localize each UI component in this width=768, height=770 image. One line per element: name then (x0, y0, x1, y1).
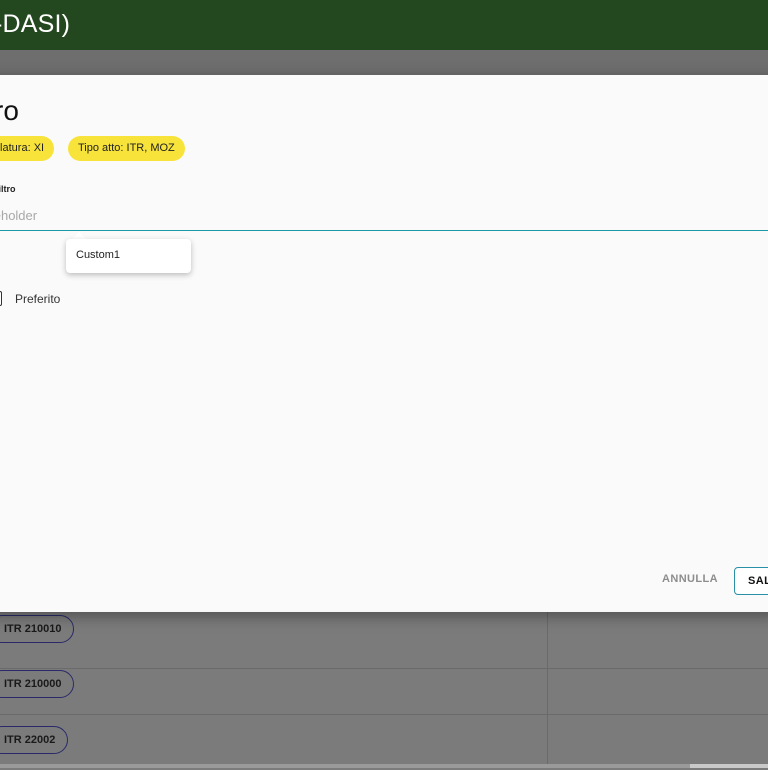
suggestion-popover: Custom1 (66, 239, 191, 273)
app-header: -DASI) (0, 0, 768, 50)
table-row[interactable]: ITR 210000 (0, 658, 768, 715)
act-id-badge[interactable]: ITR 210010 (0, 615, 75, 643)
act-id-badge[interactable]: ITR 210000 (0, 670, 75, 698)
dialog-title: ltro (0, 95, 19, 126)
overlay-strip (0, 50, 768, 75)
filter-name-label: me filtro (0, 184, 16, 194)
save-filter-dialog: ltro gislatura: XI Tipo atto: ITR, MOZ m… (0, 75, 768, 612)
filter-chip-tipo-atto[interactable]: Tipo atto: ITR, MOZ (68, 136, 185, 161)
save-button[interactable]: SAL (734, 567, 768, 595)
favorite-label: Preferito (15, 292, 61, 306)
cancel-button[interactable]: ANNULLA (662, 573, 718, 585)
acts-table: ITR 210010 ITR 210000 ITR 22002 (0, 612, 768, 768)
app-title: -DASI) (0, 10, 71, 38)
act-id-badge[interactable]: ITR 22002 (0, 726, 69, 754)
filter-name-input[interactable] (0, 200, 768, 231)
suggestion-item[interactable]: Custom1 (76, 249, 120, 261)
table-row[interactable]: ITR 22002 (0, 714, 768, 770)
scrollbar-thumb[interactable] (690, 764, 768, 768)
filter-chip-legislatura[interactable]: gislatura: XI (0, 136, 55, 161)
suggestion-popover-arrow (72, 232, 86, 239)
favorite-checkbox[interactable] (0, 291, 2, 306)
horizontal-scrollbar[interactable] (0, 764, 768, 768)
